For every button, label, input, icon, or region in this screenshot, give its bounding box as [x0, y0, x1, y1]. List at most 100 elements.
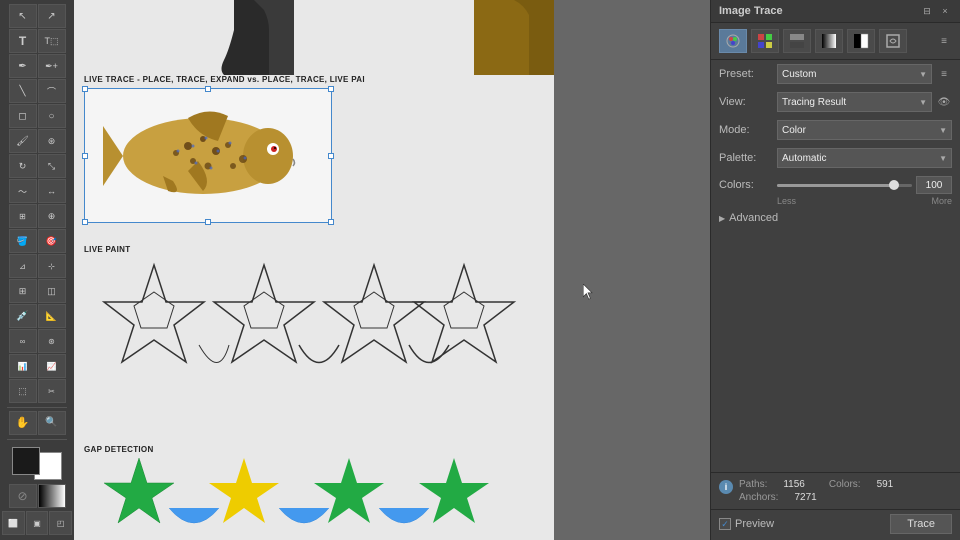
gradient-box[interactable] — [38, 484, 66, 508]
view-value: Tracing Result — [782, 97, 846, 108]
tool-row-13: 💉 📐 — [2, 304, 72, 328]
preset-icon-grayscale[interactable] — [815, 29, 843, 53]
tool-row-17: ✋ 🔍 — [2, 411, 72, 435]
none-box[interactable]: ⊘ — [9, 484, 37, 508]
view-eye-icon[interactable]: 👁 — [936, 94, 952, 110]
zoom-tool[interactable]: 🔍 — [38, 411, 66, 435]
stars-svg — [84, 260, 524, 400]
preset-icon-high-color[interactable] — [751, 29, 779, 53]
live-paint-bucket[interactable]: 🪣 — [9, 229, 37, 253]
tool-row-14: ∞ ⊛ — [2, 329, 72, 353]
panel-float-btn[interactable]: ⊟ — [920, 4, 934, 18]
type-tool[interactable]: T — [9, 29, 37, 53]
live-trace-section: LIVE TRACE - PLACE, TRACE, EXPAND vs. PL… — [84, 75, 365, 223]
slice-tool[interactable]: ✂ — [38, 379, 66, 403]
palette-select[interactable]: Automatic ▼ — [777, 148, 952, 168]
fill-color-box[interactable] — [12, 447, 40, 475]
bottom-row: ✓ Preview Trace — [711, 509, 960, 540]
info-row: i Paths: 1156 Colors: 591 Anchors: 7271 — [711, 472, 960, 509]
pen-tool[interactable]: ✒ — [9, 54, 37, 78]
perspective-grid[interactable]: ⊿ — [9, 254, 37, 278]
gradient-tool[interactable]: ◫ — [38, 279, 66, 303]
measure-tool[interactable]: 📐 — [38, 304, 66, 328]
panel-close-btn[interactable]: × — [938, 4, 952, 18]
free-transform-tool[interactable]: ⊞ — [9, 204, 37, 228]
preset-icon-outline[interactable] — [879, 29, 907, 53]
artboard-tool[interactable]: ⬚ — [9, 379, 37, 403]
shape-builder-tool[interactable]: ⊕ — [38, 204, 66, 228]
toggle-art[interactable]: ▣ — [26, 511, 49, 535]
tool-row-2: T T⬚ — [2, 29, 72, 53]
tool-separator — [7, 407, 67, 408]
blob-brush-tool[interactable]: ⊛ — [38, 129, 66, 153]
eyedropper-tool[interactable]: 💉 — [9, 304, 37, 328]
tool-row-7: ↻ ⤡ — [2, 154, 72, 178]
fish-frame — [84, 88, 332, 223]
ellipse-tool[interactable]: ○ — [38, 104, 66, 128]
mode-select[interactable]: Color ▼ — [777, 120, 952, 140]
handle-tl — [82, 86, 88, 92]
preset-select[interactable]: Custom ▼ — [777, 64, 932, 84]
panel-menu-icon[interactable]: ≡ — [936, 33, 952, 49]
preview-label: Preview — [735, 518, 774, 530]
info-paths-row: Paths: 1156 Colors: 591 — [739, 479, 952, 490]
anchors-value: 7271 — [794, 492, 816, 503]
tool-row-6: 🖌 ⊛ — [2, 129, 72, 153]
preset-arrow-icon: ▼ — [919, 70, 927, 79]
preview-checkbox-row[interactable]: ✓ Preview — [719, 518, 774, 530]
slider-fill — [777, 184, 892, 187]
area-type-tool[interactable]: T⬚ — [38, 29, 66, 53]
paintbrush-tool[interactable]: 🖌 — [9, 129, 37, 153]
change-screen-mode[interactable]: ⬜ — [2, 511, 25, 535]
toggle-view[interactable]: ◰ — [49, 511, 72, 535]
hand-tool[interactable]: ✋ — [9, 411, 37, 435]
outline-icon — [885, 33, 901, 49]
palette-label: Palette: — [719, 152, 777, 164]
advanced-row[interactable]: ▶ Advanced — [711, 208, 960, 228]
colors-value[interactable]: 100 — [916, 176, 952, 194]
preview-checkbox[interactable]: ✓ — [719, 518, 731, 530]
tool-row-15: 📊 📈 — [2, 354, 72, 378]
arc-tool[interactable]: ⌒ — [38, 79, 66, 103]
colors-row: Colors: 100 — [711, 172, 960, 198]
direct-selection-tool[interactable]: ↗ — [38, 4, 66, 28]
selection-tool[interactable]: ↖ — [9, 4, 37, 28]
colors-slider[interactable] — [777, 184, 912, 187]
add-anchor[interactable]: ✒+ — [38, 54, 66, 78]
preset-icon-black-white[interactable] — [847, 29, 875, 53]
rectangle-tool[interactable]: ◻ — [9, 104, 37, 128]
handle-bm — [205, 219, 211, 225]
mode-arrow-icon: ▼ — [939, 126, 947, 135]
perspective-selection[interactable]: ⊹ — [38, 254, 66, 278]
preset-icon-low-color[interactable] — [783, 29, 811, 53]
color-boxes — [12, 447, 62, 480]
tool-row-12: ⊞ ◫ — [2, 279, 72, 303]
top-animals — [74, 0, 554, 75]
preset-icon-auto-color[interactable] — [719, 29, 747, 53]
hint-less: Less — [777, 196, 796, 206]
view-row: View: Tracing Result ▼ 👁 — [711, 88, 960, 116]
handle-bl — [82, 219, 88, 225]
trace-button[interactable]: Trace — [890, 514, 952, 534]
bar-graph[interactable]: 📈 — [38, 354, 66, 378]
slider-thumb[interactable] — [889, 180, 899, 190]
colors-info-label: Colors: — [829, 479, 861, 490]
preset-list-icon[interactable]: ≡ — [936, 66, 952, 82]
tool-row-10: 🪣 🎯 — [2, 229, 72, 253]
live-paint-selection[interactable]: 🎯 — [38, 229, 66, 253]
preset-row: Preset: Custom ▼ ≡ — [711, 60, 960, 88]
advanced-arrow-icon: ▶ — [719, 214, 725, 223]
warp-tool[interactable]: 〜 — [9, 179, 37, 203]
scale-tool[interactable]: ⤡ — [38, 154, 66, 178]
view-arrow-icon: ▼ — [919, 98, 927, 107]
column-graph[interactable]: 📊 — [9, 354, 37, 378]
view-select[interactable]: Tracing Result ▼ — [777, 92, 932, 112]
blend-tool[interactable]: ∞ — [9, 329, 37, 353]
symbol-sprayer[interactable]: ⊛ — [38, 329, 66, 353]
hint-more: More — [931, 196, 952, 206]
width-tool[interactable]: ↔ — [38, 179, 66, 203]
rotate-tool[interactable]: ↻ — [9, 154, 37, 178]
line-tool[interactable]: ╲ — [9, 79, 37, 103]
paths-label: Paths: — [739, 479, 767, 490]
mesh-tool[interactable]: ⊞ — [9, 279, 37, 303]
